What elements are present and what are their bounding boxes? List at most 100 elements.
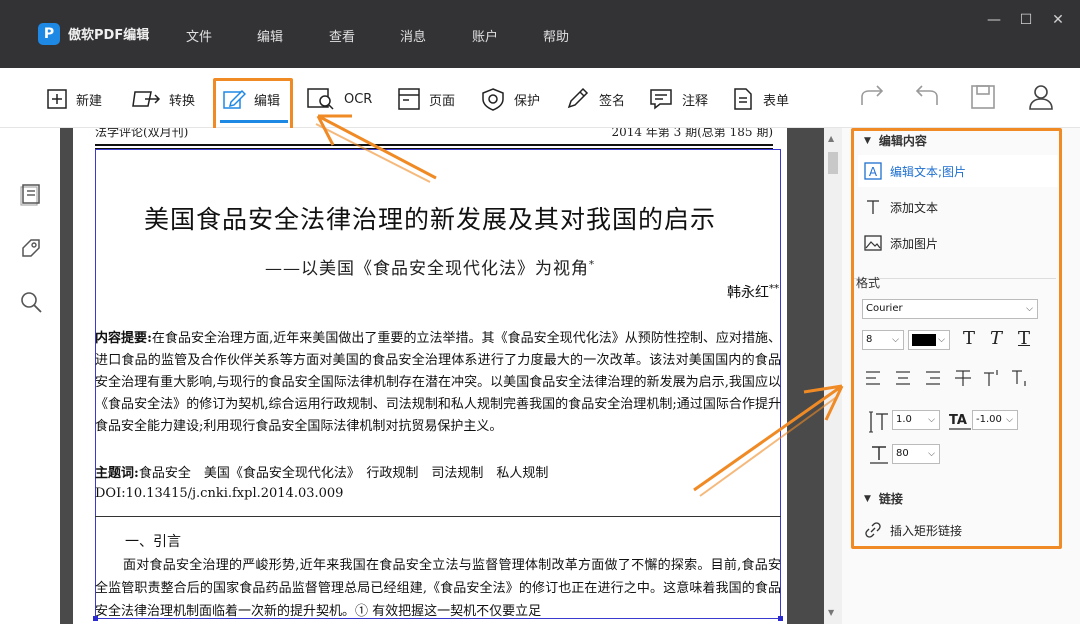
font-family-select[interactable]: Courier ⌵	[862, 299, 1038, 319]
page-button[interactable]: 页面	[397, 84, 455, 114]
search-icon[interactable]	[19, 290, 43, 314]
edit-active-indicator	[220, 120, 288, 123]
body-paragraph[interactable]: 面对食品安全治理的严峻形势,近年来我国在食品安全立法与监督管理体制改革方面做了不…	[95, 554, 781, 623]
form-button[interactable]: 表单	[731, 84, 789, 114]
pdf-page[interactable]: 法学评论(双月刊) 2014 年第 3 期(总第 185 期) 美国食品安全法律…	[73, 128, 787, 624]
scroll-thumb[interactable]	[828, 152, 838, 174]
subscript-icon	[1012, 370, 1026, 386]
svg-text:TA: TA	[949, 413, 967, 428]
page-icon	[398, 88, 420, 110]
edit-text-image-option[interactable]: A 编辑文本;图片	[858, 155, 1058, 187]
running-header-right: 2014 年第 3 期(总第 185 期)	[611, 128, 773, 139]
chevron-down-icon: ⌵	[928, 415, 935, 425]
vertical-scrollbar[interactable]: ▲ ▼	[824, 128, 842, 624]
author-footnote-mark: **	[769, 283, 779, 295]
new-icon	[47, 89, 67, 109]
paper-author[interactable]: 韩永红**	[727, 282, 779, 302]
menu-account[interactable]: 账户	[472, 26, 498, 45]
menu-messages[interactable]: 消息	[400, 26, 426, 45]
sign-button[interactable]: 签名	[565, 84, 625, 114]
shield-icon	[482, 88, 504, 111]
format-heading: 格式	[856, 276, 881, 290]
abstract-paragraph[interactable]: 内容提要:在食品安全治理方面,近年来美国做出了重要的立法举措。其《食品安全现代化…	[95, 328, 781, 438]
maximize-button[interactable]: ☐	[1016, 12, 1036, 28]
keywords-label: 主题词:	[95, 466, 139, 481]
edit-text-icon: A	[864, 162, 882, 180]
font-color-select[interactable]: ⌵	[908, 330, 950, 350]
ocr-button[interactable]: OCR	[306, 84, 372, 114]
chevron-down-icon: ⌵	[938, 335, 945, 345]
add-image-label: 添加图片	[890, 236, 939, 251]
protect-button[interactable]: 保护	[480, 84, 540, 114]
edit-properties-panel: ▼ 编辑内容 A 编辑文本;图片 添加文本 添加图片 格式 Courier ⌵ 8…	[842, 128, 1080, 624]
chevron-down-icon: ⌵	[928, 449, 935, 459]
thumbnails-icon[interactable]	[19, 182, 43, 206]
left-sidebar	[0, 128, 60, 624]
align-left-icon	[866, 371, 880, 385]
menu-help[interactable]: 帮助	[543, 26, 569, 45]
new-button[interactable]: 新建	[46, 84, 102, 114]
app-logo-icon: P	[38, 23, 60, 45]
edit-content-header[interactable]: ▼ 编辑内容	[864, 132, 927, 149]
paper-subtitle[interactable]: ——以美国《食品安全现代化法》为视角*	[73, 254, 787, 279]
svg-text:A: A	[869, 165, 878, 179]
collapse-triangle-icon: ▼	[864, 493, 871, 504]
align-center-icon	[896, 371, 910, 385]
close-button[interactable]: ✕	[1048, 12, 1068, 28]
line-spacing-value: 1.0	[896, 414, 912, 425]
italic-text-icon[interactable]: T	[990, 328, 1002, 349]
doi-line[interactable]: DOI:10.13415/j.cnki.fxpl.2014.03.009	[95, 486, 343, 501]
pdf-editor-window: P 傲软PDF编辑 文件 编辑 查看 消息 账户 帮助 — ☐ ✕ 新建 转换 …	[0, 0, 1080, 624]
redo-icon[interactable]	[858, 83, 886, 111]
edit-content-heading: 编辑内容	[878, 134, 927, 148]
paper-title[interactable]: 美国食品安全法律治理的新发展及其对我国的启示	[73, 200, 787, 236]
edit-text-image-label: 编辑文本;图片	[890, 164, 967, 179]
insert-rect-link-option[interactable]: 插入矩形链接	[864, 521, 962, 539]
add-image-option[interactable]: 添加图片	[864, 234, 938, 252]
text-tool-icon	[867, 200, 879, 214]
scroll-down-icon[interactable]: ▼	[828, 608, 834, 617]
char-spacing-value: -1.00	[976, 414, 1002, 425]
chevron-down-icon: ⌵	[1006, 415, 1013, 425]
document-viewer[interactable]: 法学评论(双月刊) 2014 年第 3 期(总第 185 期) 美国食品安全法律…	[60, 128, 824, 624]
abstract-label: 内容提要:	[95, 331, 152, 346]
line-spacing-select[interactable]: 1.0 ⌵	[892, 410, 940, 430]
menu-view[interactable]: 查看	[329, 26, 355, 45]
menu-file[interactable]: 文件	[186, 26, 212, 45]
font-size-value: 8	[866, 334, 873, 345]
subtitle-text: ——以美国《食品安全现代化法》为视角	[265, 259, 589, 279]
underline-text-icon[interactable]: T	[1018, 328, 1030, 349]
author-name: 韩永红	[727, 285, 769, 301]
sign-label: 签名	[599, 93, 626, 109]
new-label: 新建	[76, 93, 103, 109]
save-icon[interactable]	[969, 83, 997, 111]
minimize-button[interactable]: —	[984, 12, 1004, 28]
section-heading[interactable]: 一、引言	[125, 531, 181, 551]
bold-text-icon[interactable]: T	[963, 328, 975, 349]
bookmark-tag-icon[interactable]	[19, 236, 43, 260]
header-rule	[95, 144, 773, 146]
text-scale-select[interactable]: 80 ⌵	[892, 444, 940, 464]
superscript-icon	[984, 370, 998, 386]
keywords-line[interactable]: 主题词:食品安全 美国《食品安全现代化法》 行政规制 司法规制 私人规制	[95, 462, 548, 481]
undo-icon[interactable]	[913, 83, 941, 111]
annotate-button[interactable]: 注释	[648, 84, 708, 114]
char-spacing-select[interactable]: -1.00 ⌵	[972, 410, 1018, 430]
convert-label: 转换	[169, 93, 196, 109]
chevron-down-icon: ⌵	[892, 335, 899, 345]
font-size-select[interactable]: 8 ⌵	[862, 330, 904, 350]
link-header[interactable]: ▼ 链接	[864, 490, 903, 507]
text-scale-icon	[870, 446, 888, 464]
convert-button[interactable]: 转换	[131, 84, 195, 114]
subtitle-footnote-mark: *	[589, 259, 595, 271]
ocr-icon	[307, 88, 334, 110]
strikethrough-icon	[955, 370, 971, 386]
menu-edit[interactable]: 编辑	[257, 26, 283, 45]
add-text-option[interactable]: 添加文本	[864, 198, 938, 216]
user-account-icon[interactable]	[1027, 83, 1055, 111]
link-heading: 链接	[878, 492, 903, 506]
signature-pen-icon	[567, 87, 589, 109]
running-header-left: 法学评论(双月刊)	[95, 128, 189, 139]
edit-highlight-frame	[213, 78, 293, 132]
scroll-up-icon[interactable]: ▲	[828, 134, 834, 143]
